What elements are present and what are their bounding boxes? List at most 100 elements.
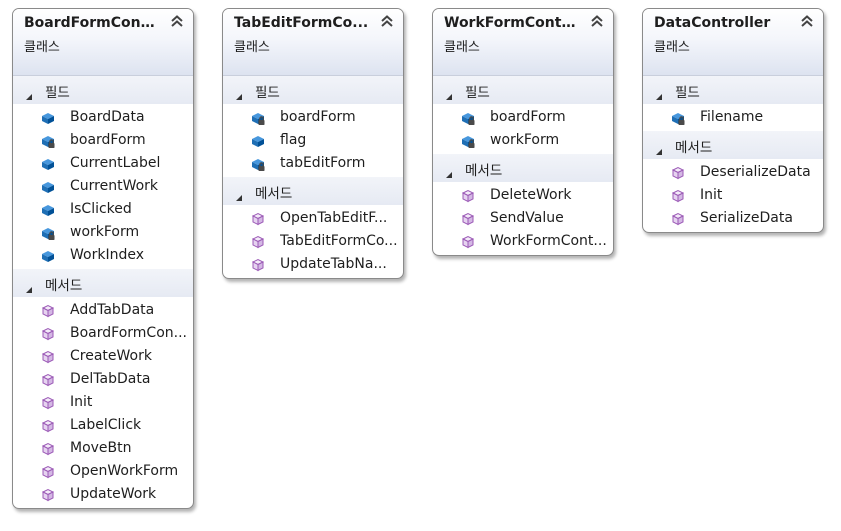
field-item[interactable]: Filename [643,106,823,129]
field-name: flag [280,132,307,148]
class-title: TabEditFormCo... [234,15,369,31]
class-kind-label: 클래스 [24,40,60,55]
triangle-down-icon[interactable] [655,86,663,100]
method-item[interactable]: OpenWorkForm [13,460,193,483]
method-name: BoardFormCon... [70,325,187,341]
triangle-down-icon[interactable] [235,86,243,100]
method-item[interactable]: TabEditFormCo... [223,230,403,253]
methods-list: OpenTabEditF... TabEditFormCo... UpdateTab… [223,205,403,278]
class-header[interactable]: BoardFormCont... 클래스 [13,9,193,76]
method-icon [40,372,56,388]
method-item[interactable]: SendValue [433,207,613,230]
class-header[interactable]: WorkFormContr... 클래스 [433,9,613,76]
triangle-down-icon[interactable] [25,86,33,100]
triangle-down-icon[interactable] [445,164,453,178]
methods-section-label: 메서드 [675,140,713,156]
field-name: CurrentLabel [70,155,161,171]
field-item[interactable]: IsClicked [13,198,193,221]
method-icon [40,349,56,365]
method-item[interactable]: AddTabData [13,299,193,322]
methods-section-header[interactable]: 메서드 [643,131,823,159]
class-header[interactable]: TabEditFormCo... 클래스 [223,9,403,76]
methods-section-header[interactable]: 메서드 [13,269,193,297]
chevron-double-up-icon[interactable] [169,13,185,29]
field-item[interactable]: tabEditForm [223,152,403,175]
methods-section-header[interactable]: 메서드 [433,154,613,182]
class-box: BoardFormCont... 클래스필드 BoardData boardForm C… [12,8,194,509]
fields-section-header[interactable]: 필드 [433,76,613,104]
method-item[interactable]: LabelClick [13,414,193,437]
method-item[interactable]: DeserializeData [643,161,823,184]
method-name: UpdateWork [70,486,157,502]
field-item[interactable]: boardForm [433,106,613,129]
method-name: AddTabData [70,302,155,318]
field-item[interactable]: workForm [13,221,193,244]
field-item[interactable]: CurrentLabel [13,152,193,175]
fields-section-label: 필드 [255,85,280,101]
class-header[interactable]: DataController 클래스 [643,9,823,76]
method-item[interactable]: DeleteWork [433,184,613,207]
method-icon [670,165,686,181]
method-name: Init [70,394,93,410]
method-name: UpdateTabNa... [280,256,387,272]
triangle-down-icon[interactable] [235,187,243,201]
method-item[interactable]: Init [13,391,193,414]
private-field-icon [460,133,476,149]
method-item[interactable]: DelTabData [13,368,193,391]
field-icon [250,133,266,149]
method-name: CreateWork [70,348,152,364]
method-icon [250,211,266,227]
method-item[interactable]: CreateWork [13,345,193,368]
method-name: SerializeData [700,210,793,226]
triangle-down-icon[interactable] [445,86,453,100]
method-item[interactable]: Init [643,184,823,207]
field-name: workForm [490,132,560,148]
private-field-icon [460,110,476,126]
field-name: Filename [700,109,764,125]
fields-section-header[interactable]: 필드 [643,76,823,104]
field-item[interactable]: CurrentWork [13,175,193,198]
method-item[interactable]: BoardFormCon... [13,322,193,345]
triangle-down-icon[interactable] [655,141,663,155]
field-name: WorkIndex [70,247,144,263]
field-item[interactable]: WorkIndex [13,244,193,267]
method-icon [250,234,266,250]
field-item[interactable]: boardForm [223,106,403,129]
fields-section-header[interactable]: 필드 [223,76,403,104]
field-icon [40,179,56,195]
method-icon [460,234,476,250]
method-icon [670,188,686,204]
class-box: DataController 클래스 필드 Filename 메서드 Deserializ… [642,8,824,233]
field-item[interactable]: flag [223,129,403,152]
method-item[interactable]: WorkFormCont... [433,230,613,253]
method-item[interactable]: SerializeData [643,207,823,230]
chevron-double-up-icon[interactable] [589,13,605,29]
method-item[interactable]: UpdateWork [13,483,193,506]
method-icon [40,303,56,319]
methods-section-label: 메서드 [255,186,293,202]
chevron-double-up-icon[interactable] [799,13,815,29]
methods-section-label: 메서드 [45,278,83,294]
methods-section-header[interactable]: 메서드 [223,177,403,205]
field-item[interactable]: boardForm [13,129,193,152]
method-item[interactable]: MoveBtn [13,437,193,460]
method-icon [460,188,476,204]
field-name: boardForm [70,132,146,148]
method-item[interactable]: UpdateTabNa... [223,253,403,276]
methods-list: DeserializeData Init SerializeData [643,159,823,232]
method-name: LabelClick [70,417,142,433]
triangle-down-icon[interactable] [25,279,33,293]
field-item[interactable]: workForm [433,129,613,152]
chevron-double-up-icon[interactable] [379,13,395,29]
fields-list: BoardData boardForm CurrentLabel CurrentWor… [13,104,193,269]
fields-section-header[interactable]: 필드 [13,76,193,104]
class-title: WorkFormContr... [444,15,579,31]
fields-section-label: 필드 [45,85,70,101]
method-name: Init [700,187,723,203]
method-item[interactable]: OpenTabEditF... [223,207,403,230]
method-icon [40,326,56,342]
field-icon [40,110,56,126]
method-icon [40,441,56,457]
field-item[interactable]: BoardData [13,106,193,129]
field-icon [40,202,56,218]
